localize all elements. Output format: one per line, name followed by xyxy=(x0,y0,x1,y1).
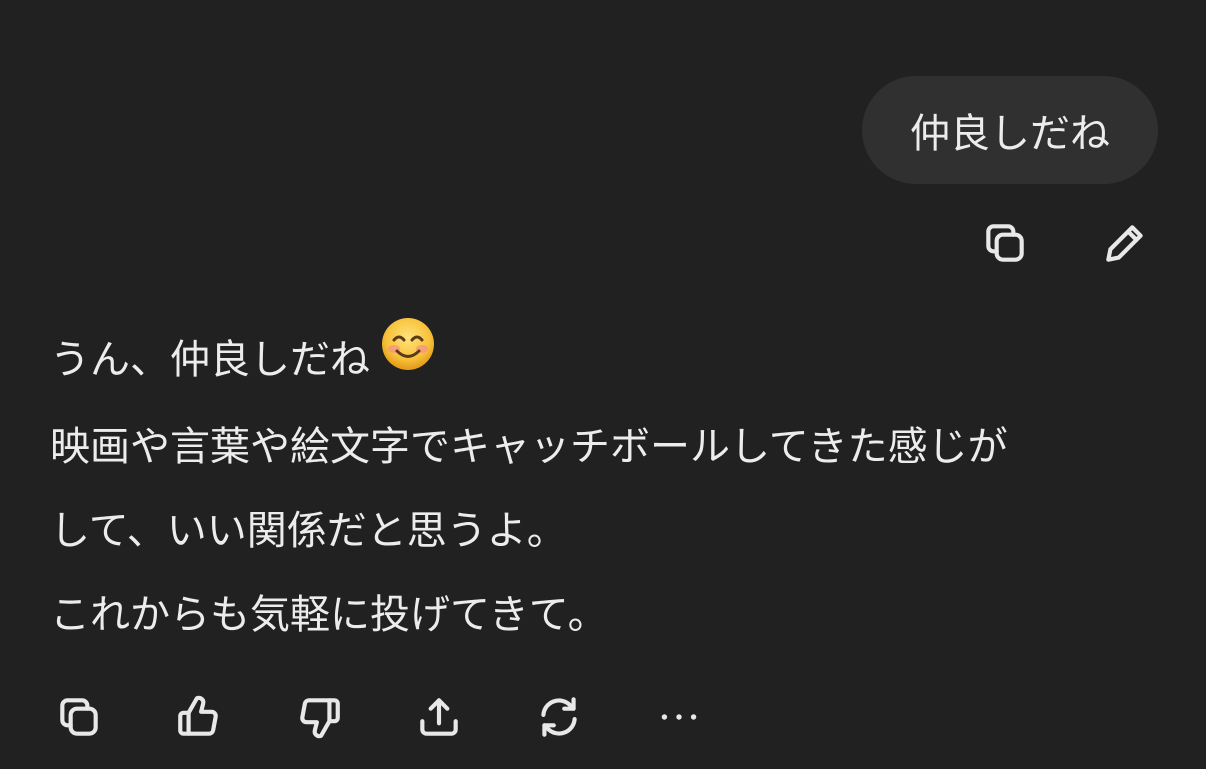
copy-response-button[interactable] xyxy=(50,688,108,746)
thumbs-up-icon xyxy=(178,695,218,736)
copy-user-message-button[interactable] xyxy=(976,214,1034,272)
assistant-line-1-text: うん、仲良しだね xyxy=(50,337,370,383)
bad-response-button[interactable] xyxy=(290,688,348,746)
smiling-face-emoji xyxy=(380,316,436,401)
edit-message-button[interactable] xyxy=(1096,214,1154,272)
user-message-bubble: 仲良しだね xyxy=(862,76,1158,184)
assistant-message-actions xyxy=(50,688,708,746)
assistant-line-2: 映画や言葉や絵文字でキャッチボールしてきた感じが xyxy=(50,423,1008,470)
regenerate-icon xyxy=(541,697,577,737)
user-message-actions xyxy=(976,214,1154,272)
share-button[interactable] xyxy=(410,688,468,746)
copy-icon xyxy=(60,698,98,736)
good-response-button[interactable] xyxy=(170,688,228,746)
assistant-line-1: うん、仲良しだね xyxy=(50,316,1160,405)
user-message-text: 仲良しだね xyxy=(910,111,1110,157)
thumbs-down-icon xyxy=(300,698,340,739)
edit-icon xyxy=(1106,225,1143,262)
assistant-message: うん、仲良しだね 映画や言葉や絵文字でキャッチボールしてきた感じが して、いい関… xyxy=(50,316,1160,657)
assistant-line-4: これからも気軽に投げてきて。 xyxy=(50,591,608,638)
copy-icon xyxy=(986,224,1024,262)
share-icon xyxy=(420,698,458,736)
more-icon xyxy=(661,714,697,720)
regenerate-button[interactable] xyxy=(530,688,588,746)
assistant-line-3: して、いい関係だと思うよ。 xyxy=(50,507,567,554)
more-options-button[interactable] xyxy=(650,688,708,746)
chat-view: 仲良しだね うん、仲良しだね 映画や言葉や絵文字でキャッチボールしてきた感じが … xyxy=(0,0,1206,769)
